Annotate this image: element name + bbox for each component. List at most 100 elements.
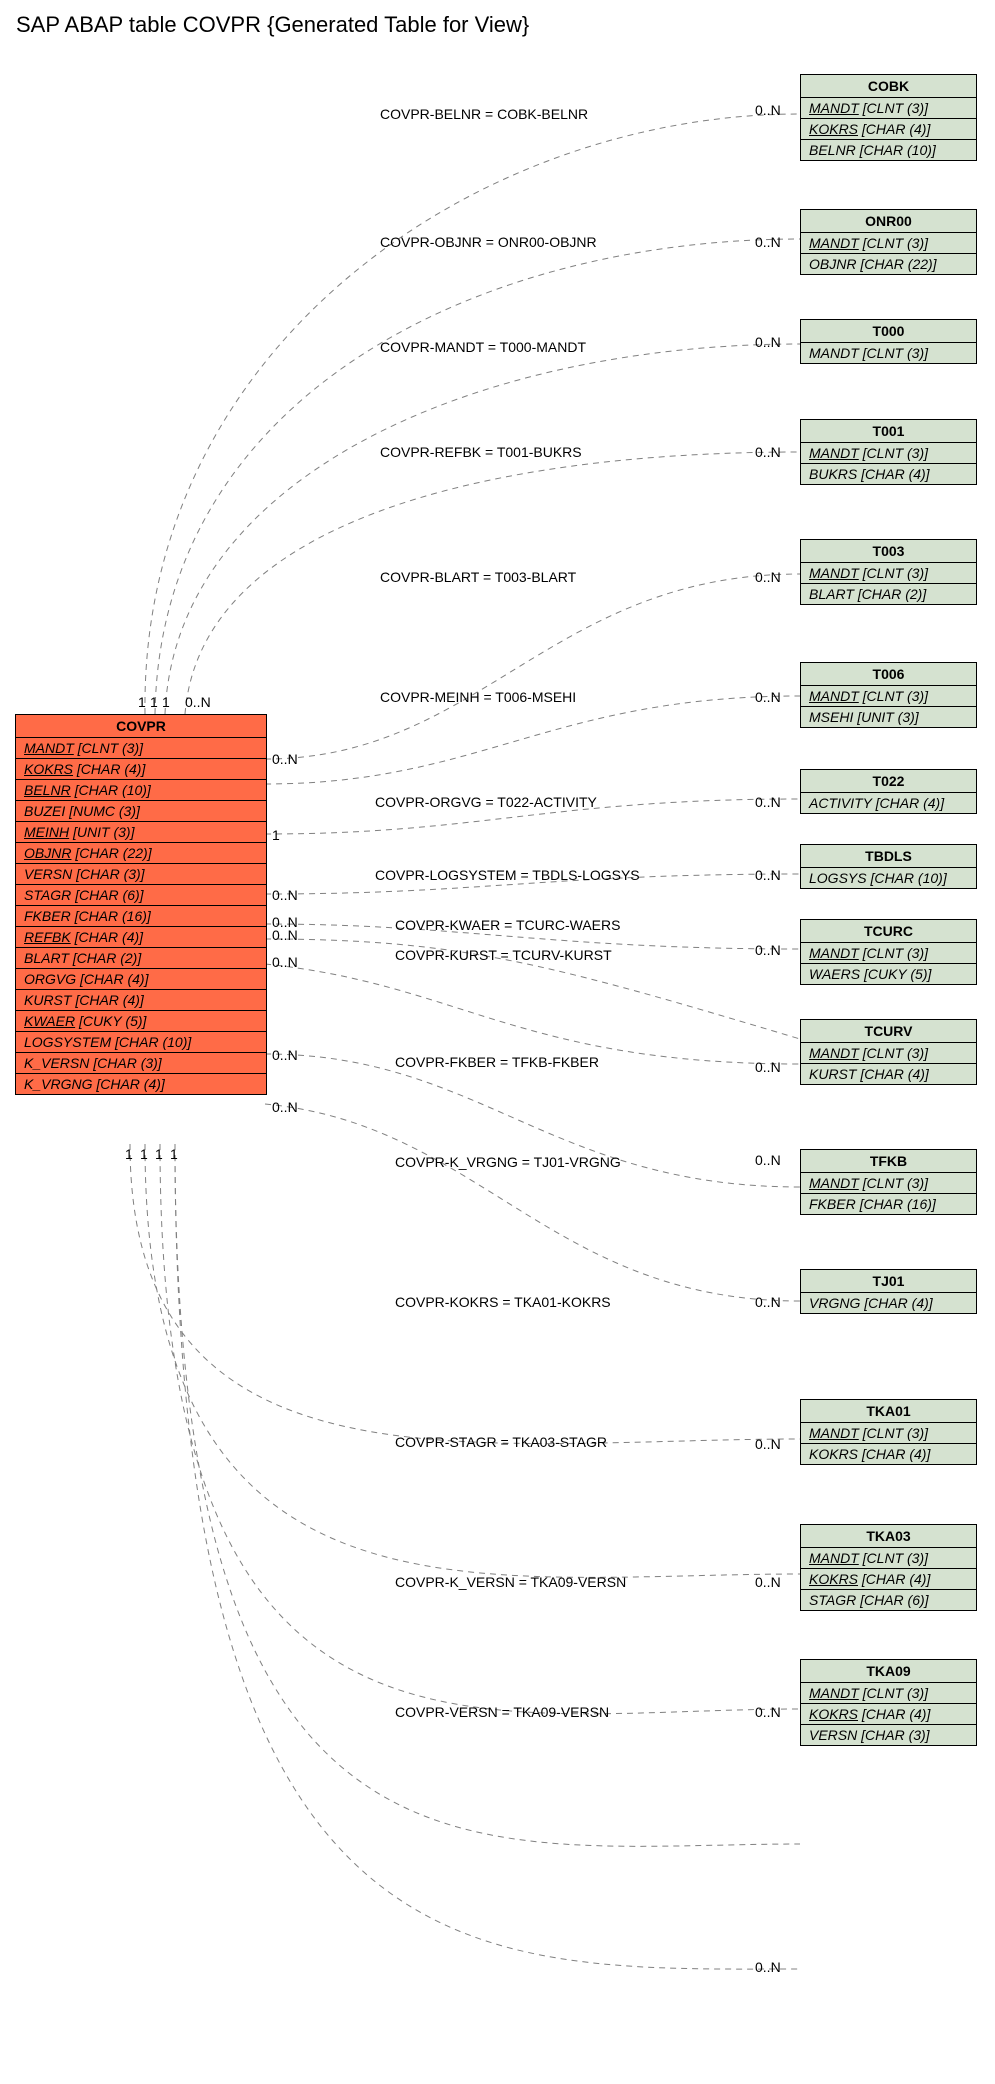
entity-field: BLART [CHAR (2)] bbox=[16, 948, 266, 969]
cardinality: 0..N bbox=[755, 794, 781, 810]
entity-title: T001 bbox=[801, 420, 976, 443]
entity-field: MANDT [CLNT (3)] bbox=[801, 98, 976, 119]
entity-title: TJ01 bbox=[801, 1270, 976, 1293]
entity-title: COVPR bbox=[16, 715, 266, 738]
relation-label: COVPR-KURST = TCURV-KURST bbox=[395, 947, 612, 963]
entity-field: MANDT [CLNT (3)] bbox=[801, 443, 976, 464]
relation-label: COVPR-BLART = T003-BLART bbox=[380, 569, 576, 585]
entity-field: BUKRS [CHAR (4)] bbox=[801, 464, 976, 484]
entity-field: LOGSYS [CHAR (10)] bbox=[801, 868, 976, 888]
cardinality: 0..N bbox=[755, 102, 781, 118]
cardinality: 0..N bbox=[755, 1574, 781, 1590]
entity-field: BUZEI [NUMC (3)] bbox=[16, 801, 266, 822]
entity-field: K_VRGNG [CHAR (4)] bbox=[16, 1074, 266, 1094]
relation-label: COVPR-MEINH = T006-MSEHI bbox=[380, 689, 576, 705]
entity-field: VERSN [CHAR (3)] bbox=[16, 864, 266, 885]
relation-label: COVPR-BELNR = COBK-BELNR bbox=[380, 106, 588, 122]
entity-title: ONR00 bbox=[801, 210, 976, 233]
entity-field: MANDT [CLNT (3)] bbox=[801, 343, 976, 363]
entity-field: MANDT [CLNT (3)] bbox=[801, 686, 976, 707]
entity-title: TKA01 bbox=[801, 1400, 976, 1423]
entity-t003: T003MANDT [CLNT (3)]BLART [CHAR (2)] bbox=[800, 539, 977, 605]
cardinality: 1 bbox=[150, 694, 158, 710]
cardinality: 0..N bbox=[755, 1436, 781, 1452]
entity-t001: T001MANDT [CLNT (3)]BUKRS [CHAR (4)] bbox=[800, 419, 977, 485]
entity-tcurc: TCURCMANDT [CLNT (3)]WAERS [CUKY (5)] bbox=[800, 919, 977, 985]
entity-tj01: TJ01VRGNG [CHAR (4)] bbox=[800, 1269, 977, 1314]
cardinality: 0..N bbox=[755, 1294, 781, 1310]
entity-title: COBK bbox=[801, 75, 976, 98]
entity-tfkb: TFKBMANDT [CLNT (3)]FKBER [CHAR (16)] bbox=[800, 1149, 977, 1215]
cardinality: 1 bbox=[162, 694, 170, 710]
entity-field: VRGNG [CHAR (4)] bbox=[801, 1293, 976, 1313]
cardinality: 0..N bbox=[755, 334, 781, 350]
entity-field: STAGR [CHAR (6)] bbox=[801, 1590, 976, 1610]
entity-field: KOKRS [CHAR (4)] bbox=[801, 119, 976, 140]
cardinality: 1 bbox=[170, 1146, 178, 1162]
cardinality: 0..N bbox=[755, 867, 781, 883]
entity-field: BLART [CHAR (2)] bbox=[801, 584, 976, 604]
entity-tka09: TKA09MANDT [CLNT (3)]KOKRS [CHAR (4)]VER… bbox=[800, 1659, 977, 1746]
entity-title: TBDLS bbox=[801, 845, 976, 868]
relation-label: COVPR-STAGR = TKA03-STAGR bbox=[395, 1434, 607, 1450]
entity-t006: T006MANDT [CLNT (3)]MSEHI [UNIT (3)] bbox=[800, 662, 977, 728]
entity-title: T003 bbox=[801, 540, 976, 563]
er-diagram: COVPRMANDT [CLNT (3)]KOKRS [CHAR (4)]BEL… bbox=[0, 44, 995, 2084]
relation-label: COVPR-KOKRS = TKA01-KOKRS bbox=[395, 1294, 611, 1310]
cardinality: 1 bbox=[140, 1146, 148, 1162]
cardinality: 0..N bbox=[272, 887, 298, 903]
relation-label: COVPR-K_VRGNG = TJ01-VRGNG bbox=[395, 1154, 621, 1170]
entity-field: ACTIVITY [CHAR (4)] bbox=[801, 793, 976, 813]
entity-field: FKBER [CHAR (16)] bbox=[16, 906, 266, 927]
cardinality: 0..N bbox=[755, 689, 781, 705]
entity-field: MANDT [CLNT (3)] bbox=[801, 1423, 976, 1444]
entity-t000: T000MANDT [CLNT (3)] bbox=[800, 319, 977, 364]
cardinality: 0..N bbox=[755, 1059, 781, 1075]
cardinality: 0..N bbox=[272, 1047, 298, 1063]
entity-cobk: COBKMANDT [CLNT (3)]KOKRS [CHAR (4)]BELN… bbox=[800, 74, 977, 161]
entity-title: TKA03 bbox=[801, 1525, 976, 1548]
entity-field: OBJNR [CHAR (22)] bbox=[801, 254, 976, 274]
entity-field: LOGSYSTEM [CHAR (10)] bbox=[16, 1032, 266, 1053]
entity-tka01: TKA01MANDT [CLNT (3)]KOKRS [CHAR (4)] bbox=[800, 1399, 977, 1465]
entity-field: STAGR [CHAR (6)] bbox=[16, 885, 266, 906]
entity-field: KOKRS [CHAR (4)] bbox=[801, 1704, 976, 1725]
cardinality: 1 bbox=[155, 1146, 163, 1162]
cardinality: 0..N bbox=[755, 1704, 781, 1720]
entity-field: ORGVG [CHAR (4)] bbox=[16, 969, 266, 990]
entity-field: MANDT [CLNT (3)] bbox=[801, 1173, 976, 1194]
entity-field: K_VERSN [CHAR (3)] bbox=[16, 1053, 266, 1074]
entity-field: BELNR [CHAR (10)] bbox=[16, 780, 266, 801]
entity-field: KOKRS [CHAR (4)] bbox=[801, 1569, 976, 1590]
entity-field: KOKRS [CHAR (4)] bbox=[16, 759, 266, 780]
entity-field: BELNR [CHAR (10)] bbox=[801, 140, 976, 160]
entity-title: TCURV bbox=[801, 1020, 976, 1043]
entity-t022: T022ACTIVITY [CHAR (4)] bbox=[800, 769, 977, 814]
page-title: SAP ABAP table COVPR {Generated Table fo… bbox=[0, 0, 995, 44]
entity-field: MANDT [CLNT (3)] bbox=[801, 943, 976, 964]
cardinality: 0..N bbox=[272, 954, 298, 970]
entity-title: T022 bbox=[801, 770, 976, 793]
cardinality: 0..N bbox=[272, 751, 298, 767]
entity-title: TCURC bbox=[801, 920, 976, 943]
relation-label: COVPR-K_VERSN = TKA09-VERSN bbox=[395, 1574, 626, 1590]
entity-field: OBJNR [CHAR (22)] bbox=[16, 843, 266, 864]
entity-covpr: COVPRMANDT [CLNT (3)]KOKRS [CHAR (4)]BEL… bbox=[15, 714, 267, 1095]
relation-label: COVPR-LOGSYSTEM = TBDLS-LOGSYS bbox=[375, 867, 640, 883]
entity-field: KWAER [CUKY (5)] bbox=[16, 1011, 266, 1032]
cardinality: 1 bbox=[125, 1146, 133, 1162]
cardinality: 0..N bbox=[755, 444, 781, 460]
entity-title: T006 bbox=[801, 663, 976, 686]
entity-title: TKA09 bbox=[801, 1660, 976, 1683]
entity-field: KURST [CHAR (4)] bbox=[16, 990, 266, 1011]
entity-tbdls: TBDLSLOGSYS [CHAR (10)] bbox=[800, 844, 977, 889]
relation-label: COVPR-MANDT = T000-MANDT bbox=[380, 339, 586, 355]
cardinality: 0..N bbox=[755, 1959, 781, 1975]
entity-field: MANDT [CLNT (3)] bbox=[16, 738, 266, 759]
cardinality: 0..N bbox=[272, 1099, 298, 1115]
entity-field: MEINH [UNIT (3)] bbox=[16, 822, 266, 843]
entity-title: T000 bbox=[801, 320, 976, 343]
cardinality: 1 bbox=[138, 694, 146, 710]
entity-field: KOKRS [CHAR (4)] bbox=[801, 1444, 976, 1464]
relation-label: COVPR-KWAER = TCURC-WAERS bbox=[395, 917, 620, 933]
